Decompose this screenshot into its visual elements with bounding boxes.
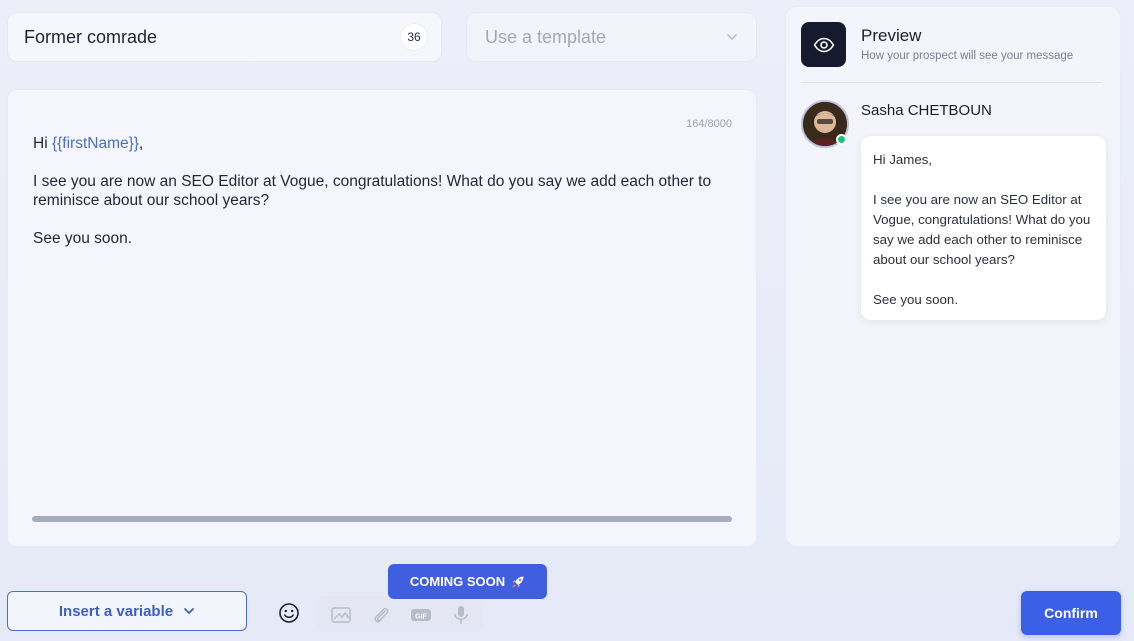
- message-editor[interactable]: 164/8000 Hi {{firstName}}, I see you are…: [7, 89, 757, 547]
- smiley-icon[interactable]: [278, 602, 300, 624]
- image-icon: [331, 607, 351, 623]
- coming-soon-label: COMING SOON: [409, 574, 506, 589]
- preview-subtitle: How your prospect will see your message: [861, 50, 1074, 62]
- preview-divider: [801, 82, 1102, 83]
- greeting-line: Hi {{firstName}},: [33, 134, 733, 153]
- message-title-value: Former comrade: [24, 26, 158, 47]
- first-name-variable-chip[interactable]: {{firstName}}: [52, 135, 139, 152]
- preview-title: Preview: [861, 26, 922, 45]
- svg-text:GIF: GIF: [415, 614, 427, 621]
- chevron-down-icon: [184, 608, 195, 614]
- confirm-button[interactable]: Confirm: [1021, 591, 1121, 635]
- template-select-placeholder: Use a template: [485, 26, 607, 47]
- template-select[interactable]: Use a template: [466, 12, 757, 62]
- preview-paragraph-2: See you soon.: [873, 292, 959, 307]
- preview-greeting: Hi James,: [873, 152, 933, 167]
- gif-icon: GIF: [411, 609, 431, 621]
- preview-panel: Preview How your prospect will see your …: [785, 6, 1121, 547]
- title-char-count-badge: 36: [401, 24, 427, 50]
- preview-icon-box: [801, 22, 846, 67]
- message-title-input[interactable]: Former comrade 36: [7, 12, 442, 62]
- horizontal-scrollbar[interactable]: [32, 516, 732, 522]
- rocket-icon: [512, 576, 524, 588]
- insert-variable-label: Insert a variable: [58, 602, 174, 620]
- preview-message-bubble: Hi James, I see you are now an SEO Edito…: [861, 136, 1106, 320]
- greeting-prefix: Hi: [33, 135, 52, 152]
- message-paragraph-1: I see you are now an SEO Editor at Vogue…: [33, 173, 712, 209]
- media-tools-group: GIF: [318, 596, 483, 632]
- paperclip-icon: [374, 607, 389, 623]
- microphone-icon: [454, 606, 468, 624]
- sender-name: Sasha CHETBOUN: [861, 102, 992, 119]
- online-status-dot: [836, 134, 847, 145]
- message-body[interactable]: Hi {{firstName}}, I see you are now an S…: [33, 134, 733, 267]
- greeting-suffix: ,: [138, 135, 144, 152]
- eye-icon: [813, 37, 834, 52]
- insert-variable-button[interactable]: Insert a variable: [7, 591, 247, 631]
- coming-soon-badge: COMING SOON: [388, 564, 547, 599]
- message-paragraph-2: See you soon.: [33, 230, 133, 247]
- message-editor-screen: Former comrade 36 Use a template 164/800…: [0, 0, 1134, 641]
- message-char-count: 164/8000: [686, 118, 732, 130]
- chevron-down-icon: [727, 34, 737, 40]
- preview-paragraph-1: I see you are now an SEO Editor at Vogue…: [873, 192, 1091, 267]
